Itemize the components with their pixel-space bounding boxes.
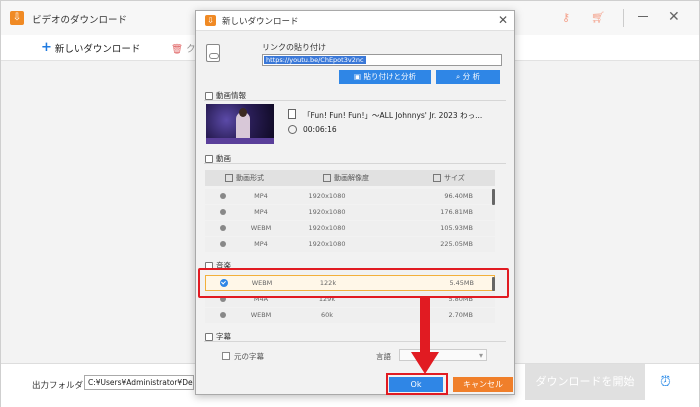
paste-and-analyze-button[interactable]: ▣ 貼り付けと分析	[339, 70, 431, 84]
radio-button[interactable]	[220, 193, 226, 199]
radio-button[interactable]	[220, 312, 226, 318]
format-column-header: 動画形式	[225, 173, 264, 183]
divider	[204, 341, 506, 342]
new-download-dialog: ⇩ 新しいダウンロード ✕ リンクの貼り付け https://youtu.be/…	[195, 10, 515, 395]
highlight-box-ok-button	[386, 373, 448, 395]
video-row[interactable]: MP4 1920x1080 96.40MB	[205, 189, 495, 204]
dialog-close-icon[interactable]: ✕	[498, 13, 508, 27]
trash-icon: 🗑︎	[171, 44, 184, 55]
url-input[interactable]: https://youtu.be/ChEpot3v2nc	[262, 54, 502, 66]
video-list-scrollbar[interactable]	[492, 189, 495, 205]
video-duration: 00:06:16	[303, 125, 337, 134]
output-folder-field[interactable]: C:¥Users¥Administrator¥Desktop	[84, 375, 194, 390]
output-folder-label: 出力フォルダ：	[32, 381, 92, 391]
alarm-clock-icon[interactable]: ⏰︎	[660, 374, 676, 390]
video-thumbnail	[206, 104, 274, 144]
new-download-button[interactable]: + 新しいダウンロード	[41, 41, 140, 55]
video-row[interactable]: WEBM 1920x1080 105.93MB	[205, 221, 495, 236]
link-paste-icon	[206, 44, 220, 62]
cancel-button[interactable]: キャンセル	[453, 377, 513, 392]
radio-button[interactable]	[220, 225, 226, 231]
dialog-logo-icon: ⇩	[205, 15, 216, 26]
paste-and-analyze-label: 貼り付けと分析	[363, 72, 416, 81]
link-paste-label: リンクの貼り付け	[262, 43, 326, 52]
radio-button[interactable]	[220, 241, 226, 247]
divider	[204, 163, 506, 164]
dialog-titlebar: ⇩ 新しいダウンロード ✕	[196, 11, 514, 31]
analyze-label: 分 析	[462, 72, 480, 81]
size-column-header: サイズ	[433, 173, 465, 183]
dialog-title: 新しいダウンロード	[222, 17, 299, 27]
video-row[interactable]: MP4 1920x1080 225.05MB	[205, 237, 495, 252]
info-icon	[205, 91, 213, 100]
video-icon	[205, 154, 213, 163]
resolution-column-header: 動画解像度	[323, 173, 369, 183]
audio-row[interactable]: WEBM 60k 2.70MB	[205, 308, 495, 323]
titlebar-divider	[623, 9, 624, 27]
video-table-header: 動画形式 動画解像度 サイズ	[205, 170, 495, 186]
format-icon	[225, 174, 233, 182]
radio-button[interactable]	[220, 209, 226, 215]
language-label: 言語	[376, 352, 391, 361]
url-value: https://youtu.be/ChEpot3v2nc	[264, 56, 366, 64]
clear-button[interactable]: 🗑︎ ク	[171, 41, 196, 55]
analyze-button[interactable]: ⌕ 分 析	[436, 70, 500, 84]
video-row[interactable]: MP4 1920x1080 176.81MB	[205, 205, 495, 220]
clock-icon	[288, 125, 297, 134]
cart-icon[interactable]: 🛒︎	[591, 11, 605, 25]
video-title: 「Fun! Fun! Fun!」～ALL Johnnys' Jr. 2023 わ…	[303, 111, 483, 120]
original-subtitle-label: 元の字幕	[234, 352, 264, 361]
down-arrow-icon	[411, 352, 439, 374]
key-icon[interactable]: ⚷	[559, 11, 573, 25]
resolution-icon	[323, 174, 331, 182]
close-icon[interactable]: ✕	[668, 9, 680, 25]
arrow-shaft	[420, 296, 430, 354]
new-download-label: 新しいダウンロード	[54, 44, 141, 55]
minimize-icon[interactable]	[638, 16, 648, 17]
document-icon	[288, 109, 296, 119]
cc-icon	[205, 332, 213, 341]
search-icon: ⌕	[456, 72, 463, 81]
highlight-box-audio-row	[198, 268, 509, 298]
original-subtitle-checkbox[interactable]	[222, 352, 230, 360]
app-title: ビデオのダウンロード	[32, 15, 128, 26]
folder-icon	[433, 174, 441, 182]
divider	[204, 100, 506, 101]
app-logo-icon: ⇩	[10, 11, 24, 25]
plus-icon: +	[41, 40, 52, 55]
start-download-button[interactable]: ダウンロードを開始	[525, 364, 645, 400]
